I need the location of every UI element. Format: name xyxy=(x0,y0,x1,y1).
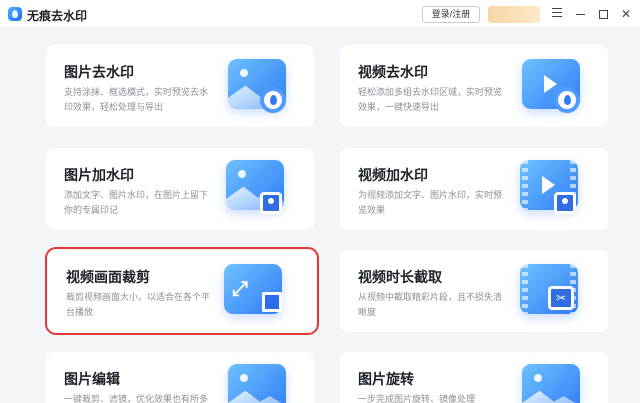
water-drop-icon xyxy=(260,87,286,113)
card-description: 支持涂抹、框选模式，实时预览去水印效果，轻松处理与导出 xyxy=(64,87,209,112)
login-register-button[interactable]: 登录/注册 xyxy=(422,6,480,23)
card-description: 从视频中截取精彩片段，且不损失清晰度 xyxy=(358,292,503,317)
card-title: 图片旋转 xyxy=(358,371,414,387)
scissors-icon: ✂ xyxy=(548,286,574,310)
card-title: 视频画面裁剪 xyxy=(66,269,150,285)
card-image-remove-watermark[interactable]: 图片去水印 支持涂抹、框选模式，实时预览去水印效果，轻松处理与导出 xyxy=(46,45,314,127)
card-description: 一步完成图片旋转、镜像处理 xyxy=(358,394,476,403)
water-drop-icon xyxy=(554,87,580,113)
card-image-edit[interactable]: 图片编辑 一键裁剪、滤镜，优化效果也有所多 xyxy=(46,352,314,403)
card-image-rotate[interactable]: 图片旋转 一步完成图片旋转、镜像处理 xyxy=(340,352,608,403)
card-description: 一键裁剪、滤镜，优化效果也有所多 xyxy=(64,394,209,403)
card-title: 视频去水印 xyxy=(358,64,428,80)
close-icon[interactable]: ✕ xyxy=(618,5,634,23)
app-logo-icon xyxy=(8,7,22,21)
card-image-add-watermark[interactable]: 图片加水印 添加文字、图片水印，在图片上留下你的专属印记 xyxy=(46,148,314,230)
image-rotate-icon xyxy=(522,364,580,403)
crop-icon xyxy=(262,292,282,312)
maximize-icon[interactable] xyxy=(595,5,611,23)
card-title: 图片去水印 xyxy=(64,64,134,80)
card-title: 视频时长截取 xyxy=(358,269,442,285)
card-video-remove-watermark[interactable]: 视频去水印 轻松添加多组去水印区域，实时预览效果，一键快速导出 xyxy=(340,45,608,127)
card-description: 为视频添加文字、图片水印，实时预览效果 xyxy=(358,190,503,215)
stamp-icon xyxy=(554,192,576,214)
minimize-icon[interactable] xyxy=(572,5,588,23)
title-bar: 无痕去水印 登录/注册 ✕ xyxy=(0,0,640,28)
menu-icon[interactable] xyxy=(549,5,565,23)
image-edit-icon xyxy=(228,364,286,403)
stamp-icon xyxy=(260,192,282,214)
vip-badge[interactable] xyxy=(488,6,540,23)
card-title: 图片编辑 xyxy=(64,371,120,387)
card-video-trim[interactable]: 视频时长截取 从视频中截取精彩片段，且不损失清晰度 ✂ xyxy=(340,250,608,332)
card-video-add-watermark[interactable]: 视频加水印 为视频添加文字、图片水印，实时预览效果 xyxy=(340,148,608,230)
card-description: 添加文字、图片水印，在图片上留下你的专属印记 xyxy=(64,190,209,215)
card-video-crop[interactable]: 视频画面裁剪 裁剪视频画面大小，以适合在各个平台播放 ⤢ xyxy=(45,247,319,335)
card-title: 视频加水印 xyxy=(358,167,428,183)
app-title: 无痕去水印 xyxy=(27,9,88,23)
card-description: 裁剪视频画面大小，以适合在各个平台播放 xyxy=(66,292,211,317)
card-description: 轻松添加多组去水印区域，实时预览效果，一键快速导出 xyxy=(358,87,503,112)
card-title: 图片加水印 xyxy=(64,167,134,183)
